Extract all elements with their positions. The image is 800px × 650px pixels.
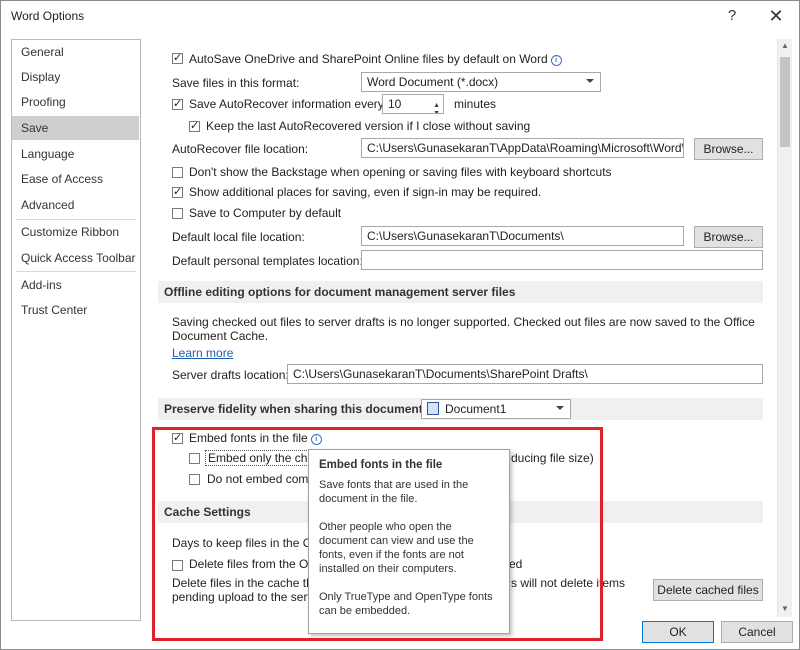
options-nav: General Display Proofing Save Language E… [11,39,141,621]
help-button[interactable]: ? [717,5,747,27]
autosave-label: AutoSave OneDrive and SharePoint Online … [189,52,562,66]
show-additional-label: Show additional places for saving, even … [189,185,542,199]
format-select[interactable]: Word Document (*.docx) [361,72,601,92]
autosave-checkbox[interactable]: ✓ [172,53,183,64]
autorecover-location-field[interactable]: C:\Users\GunasekaranT\AppData\Roaming\Mi… [361,138,684,158]
nav-item-add-ins[interactable]: Add-ins [12,273,139,297]
chevron-down-icon [586,79,594,83]
save-to-computer-label: Save to Computer by default [189,206,342,220]
keep-last-checkbox[interactable]: ✓ [189,121,200,132]
scrollbar-thumb[interactable] [780,57,790,147]
chevron-down-icon [556,406,564,410]
browse-default-local-button[interactable]: Browse... [694,226,763,248]
default-local-field[interactable]: C:\Users\GunasekaranT\Documents\ [361,226,684,246]
autorecover-location-label: AutoRecover file location: [172,142,309,156]
nav-item-advanced[interactable]: Advanced [12,193,139,217]
nav-item-language[interactable]: Language [12,142,139,166]
scroll-up-icon[interactable]: ▲ [781,41,789,50]
browse-autorecover-button[interactable]: Browse... [694,138,763,160]
offline-text-line2: Document Cache. [172,329,269,343]
nav-item-quick-access-toolbar[interactable]: Quick Access Toolbar [12,246,139,270]
minutes-label: minutes [454,97,497,111]
fidelity-document-select[interactable]: Document1 [421,399,571,419]
default-templates-field[interactable] [361,250,763,270]
delete-cached-files-button[interactable]: Delete cached files [653,579,763,601]
nav-item-proofing[interactable]: Proofing [12,90,139,114]
title-bar: Word Options ? ✕ [1,1,799,33]
close-icon[interactable]: ✕ [761,5,791,27]
show-additional-checkbox[interactable]: ✓ [172,187,183,198]
nav-item-customize-ribbon[interactable]: Customize Ribbon [12,220,139,244]
learn-more-link[interactable]: Learn more [172,346,233,360]
format-label: Save files in this format: [172,76,300,90]
vertical-scrollbar[interactable]: ▲ ▼ [777,39,792,617]
keep-last-label: Keep the last AutoRecovered version if I… [206,119,531,133]
server-drafts-label: Server drafts location: [172,368,289,382]
nav-item-ease-of-access[interactable]: Ease of Access [12,167,139,191]
red-highlight-box [152,427,603,641]
info-icon: i [550,55,562,66]
nav-item-trust-center[interactable]: Trust Center [12,298,139,322]
save-to-computer-checkbox[interactable] [172,208,183,219]
nav-divider [16,271,136,272]
offline-text-line1: Saving checked out files to server draft… [172,315,755,329]
cancel-button[interactable]: Cancel [721,621,793,643]
offline-section-header: Offline editing options for document man… [158,281,763,303]
nav-item-display[interactable]: Display [12,65,139,89]
scroll-down-icon[interactable]: ▼ [781,604,789,613]
dont-show-backstage-label: Don't show the Backstage when opening or… [189,165,612,179]
dialog-title: Word Options [11,9,85,23]
server-drafts-field[interactable]: C:\Users\GunasekaranT\Documents\SharePoi… [287,364,763,384]
document-icon [427,402,439,415]
default-local-label: Default local file location: [172,230,305,244]
nav-item-general[interactable]: General [12,40,139,64]
autorecover-minutes-stepper[interactable]: 10 ▲ ▼ [382,94,444,114]
autorecover-checkbox[interactable]: ✓ [172,99,183,110]
ok-button[interactable]: OK [642,621,714,643]
dont-show-backstage-checkbox[interactable] [172,167,183,178]
default-templates-label: Default personal templates location: [172,254,363,268]
spin-down-icon[interactable]: ▼ [433,105,440,113]
nav-item-save[interactable]: Save [12,116,139,140]
word-options-dialog: Word Options ? ✕ General Display Proofin… [0,0,800,650]
autorecover-label: Save AutoRecover information every [189,97,384,111]
